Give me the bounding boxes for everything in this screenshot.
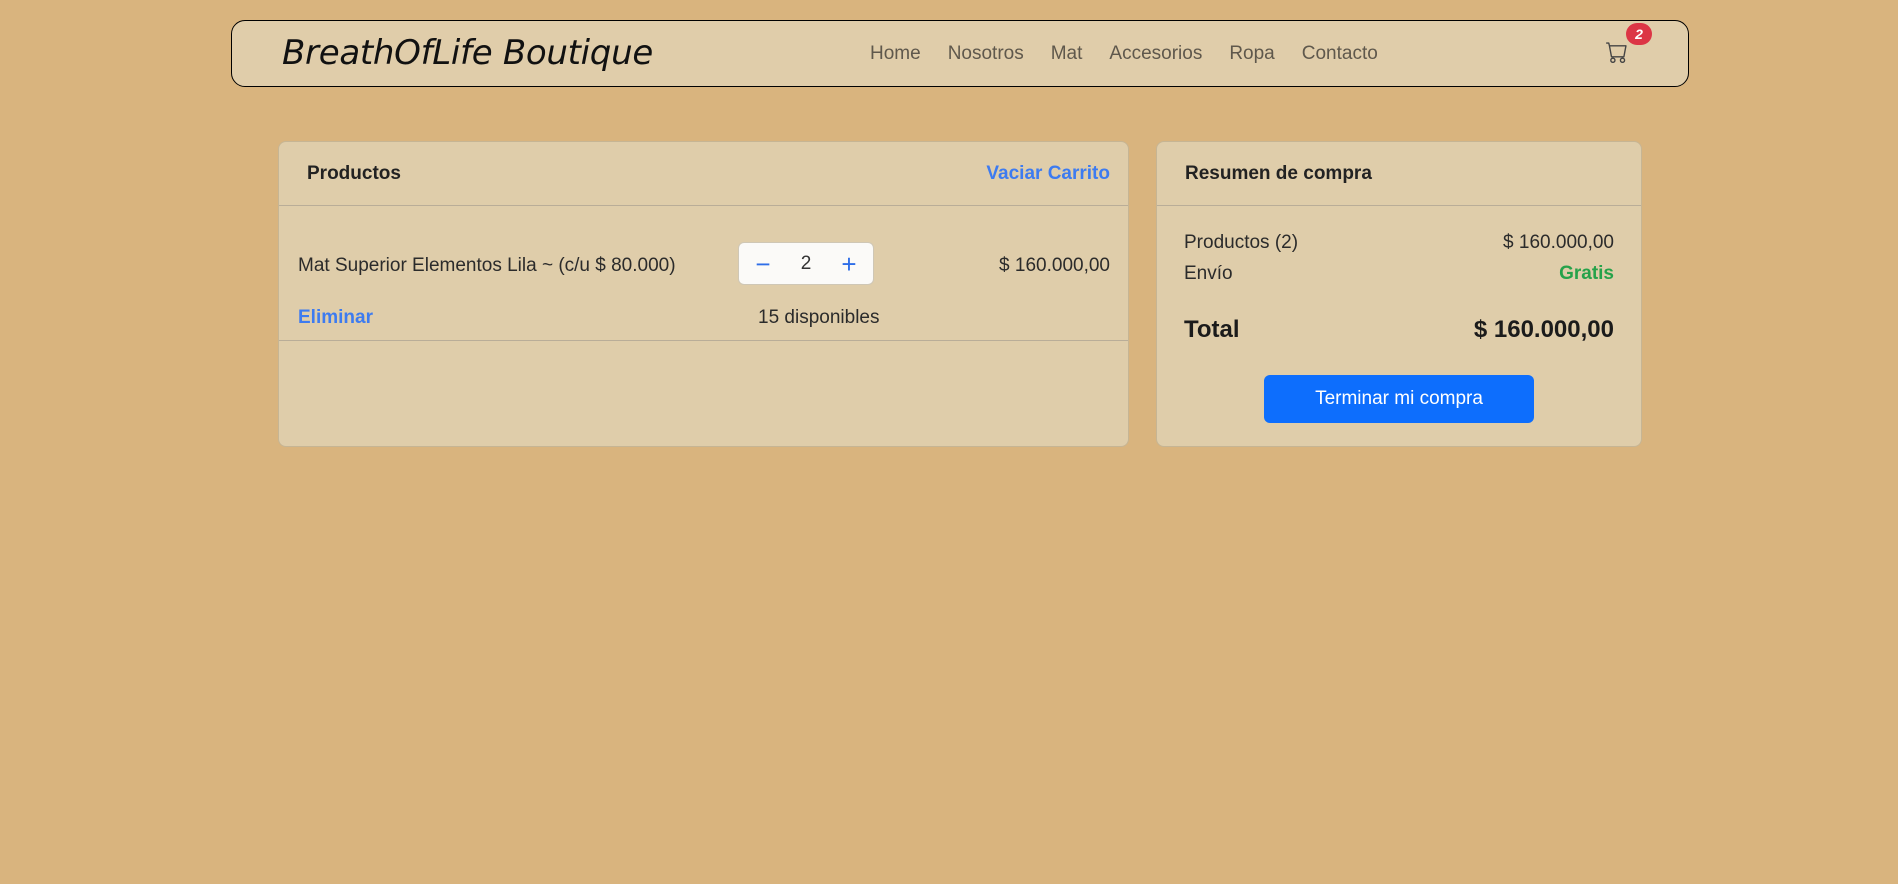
summary-shipping-line: Envío Gratis [1184,263,1614,285]
stock-available: 15 disponibles [758,307,880,328]
summary-products-label: Productos (2) [1184,232,1299,253]
summary-shipping-label: Envío [1184,263,1233,284]
products-title: Productos [307,162,401,184]
checkout-button[interactable]: Terminar mi compra [1264,375,1534,423]
increase-quantity-button[interactable]: + [835,251,863,277]
nav-link-mat[interactable]: Mat [1051,43,1083,65]
summary-shipping-value: Gratis [1559,263,1614,284]
quantity-stepper: − 2 + [738,242,874,285]
navbar: BreathOfLife Boutique Home Nosotros Mat … [231,20,1689,87]
summary-header: Resumen de compra [1157,142,1641,206]
summary-products-line: Productos (2) $ 160.000,00 [1184,232,1614,254]
quantity-value: 2 [800,252,812,274]
cart-count-badge: 2 [1626,23,1652,45]
nav-link-ropa[interactable]: Ropa [1229,43,1274,65]
item-subtotal: $ 160.000,00 [999,255,1110,276]
nav-link-home[interactable]: Home [870,43,921,65]
cart-icon[interactable] [1606,41,1630,65]
summary-card: Resumen de compra Productos (2) $ 160.00… [1156,141,1642,447]
nav-link-nosotros[interactable]: Nosotros [948,43,1024,65]
products-card: Productos Vaciar Carrito Mat Superior El… [278,141,1129,447]
summary-products-value: $ 160.000,00 [1503,232,1614,253]
summary-total-label: Total [1184,316,1240,343]
brand-logo[interactable]: BreathOfLife Boutique [282,33,653,73]
remove-item-link[interactable]: Eliminar [298,307,373,329]
decrease-quantity-button[interactable]: − [749,251,777,277]
nav-link-contacto[interactable]: Contacto [1302,43,1378,65]
item-name: Mat Superior Elementos Lila ~ (c/u $ 80.… [298,255,676,276]
nav-links: Home Nosotros Mat Accesorios Ropa Contac… [870,21,1378,86]
cart-item: Mat Superior Elementos Lila ~ (c/u $ 80.… [279,206,1128,341]
summary-title: Resumen de compra [1185,162,1372,184]
products-header: Productos Vaciar Carrito [279,142,1128,206]
clear-cart-link[interactable]: Vaciar Carrito [986,163,1110,185]
nav-link-accesorios[interactable]: Accesorios [1109,43,1202,65]
summary-total-line: Total $ 160.000,00 [1184,316,1614,344]
summary-total-value: $ 160.000,00 [1473,316,1614,343]
